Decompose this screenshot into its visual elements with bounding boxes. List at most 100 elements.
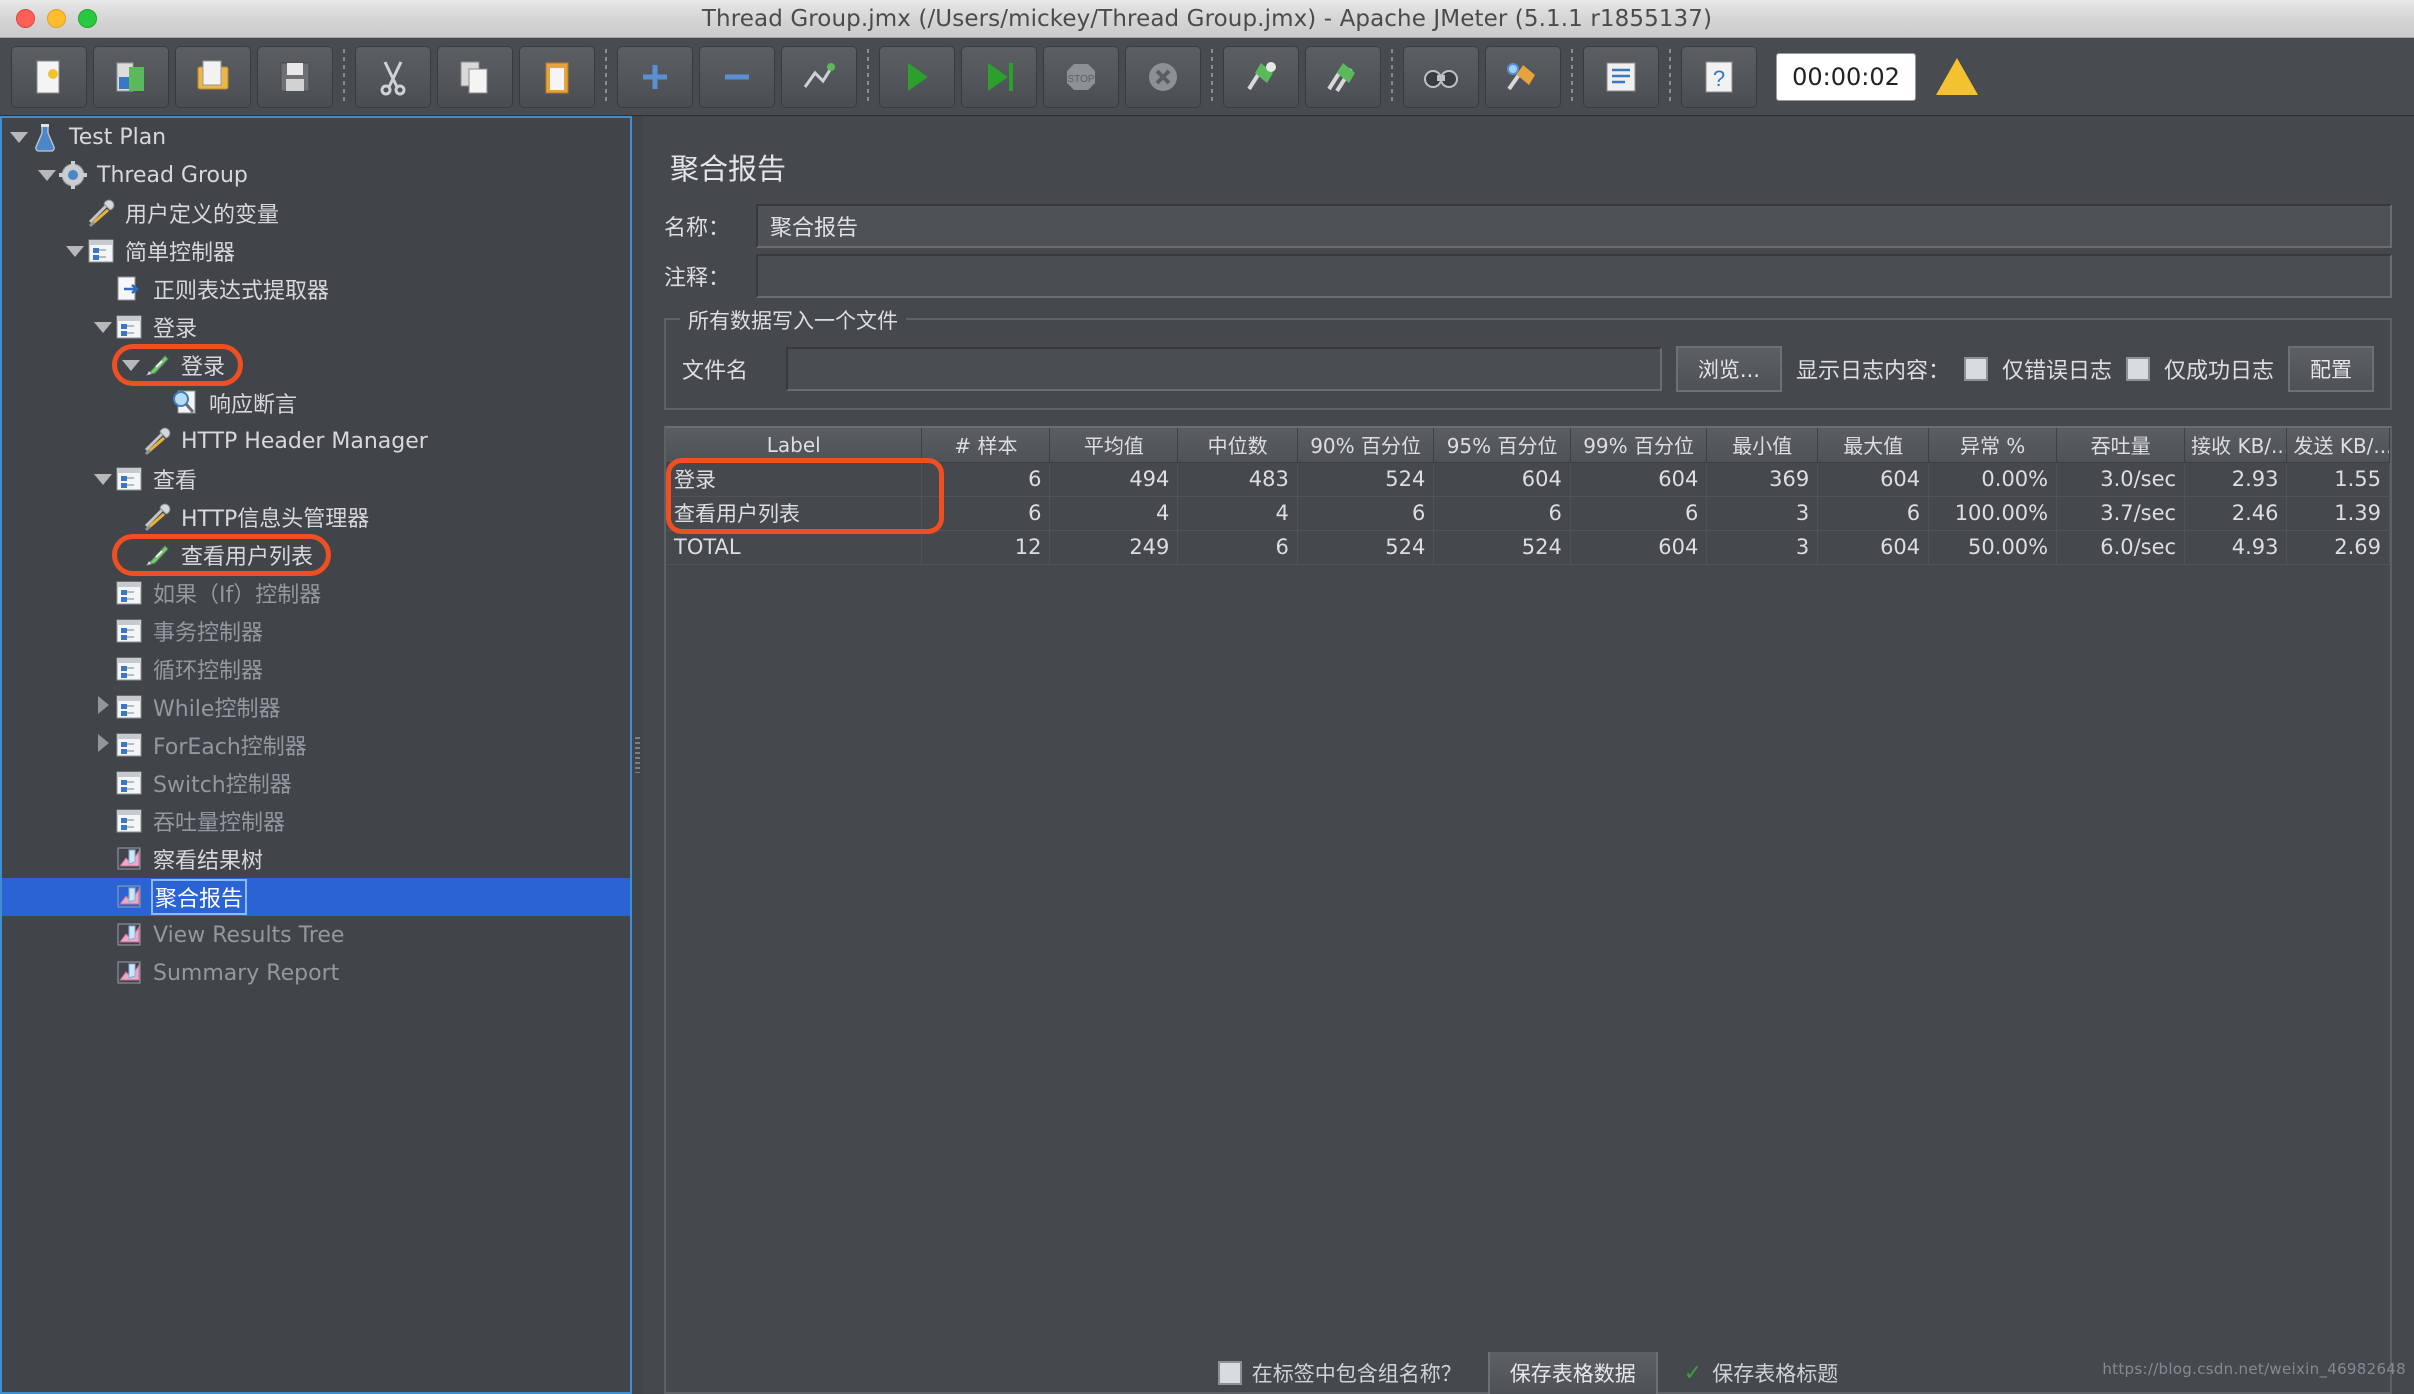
- open-button[interactable]: [175, 45, 251, 108]
- success-only-label: 仅成功日志: [2163, 359, 2274, 384]
- toggle-button[interactable]: [781, 45, 857, 108]
- row-value-cell: 249: [1049, 530, 1179, 565]
- function-helper-button[interactable]: [1583, 45, 1659, 108]
- include-group-name-checkbox[interactable]: [1217, 1361, 1242, 1385]
- listener-icon: [114, 958, 144, 988]
- column-header[interactable]: 95% 百分位: [1433, 428, 1571, 463]
- tree-item-20[interactable]: 聚合报告: [2, 878, 630, 916]
- column-header[interactable]: 发送 KB/...: [2286, 428, 2390, 463]
- column-header[interactable]: Label: [666, 428, 923, 463]
- chevron-down-icon[interactable]: [36, 166, 58, 185]
- play-green-icon: [908, 62, 928, 91]
- controller-icon: [114, 312, 144, 342]
- expand-all-button[interactable]: [617, 45, 693, 108]
- tree-item-16[interactable]: ForEach控制器: [2, 726, 630, 764]
- check-icon[interactable]: ✓: [1684, 1361, 1702, 1386]
- splitter-grip[interactable]: [634, 737, 640, 773]
- column-header[interactable]: 99% 百分位: [1570, 428, 1708, 463]
- reset-search-button[interactable]: [1485, 45, 1561, 108]
- tree-item-7[interactable]: 响应断言: [2, 384, 630, 422]
- tree-item-13[interactable]: 事务控制器: [2, 612, 630, 650]
- start-no-pause-button[interactable]: [961, 45, 1037, 108]
- column-header[interactable]: 异常 %: [1928, 428, 2058, 463]
- chevron-down-icon[interactable]: [8, 128, 30, 147]
- filename-input[interactable]: [786, 347, 1662, 391]
- copy-button[interactable]: [437, 45, 513, 108]
- tree-item-2[interactable]: 用户定义的变量: [2, 194, 630, 232]
- stop-button[interactable]: STOP: [1043, 45, 1119, 108]
- collapse-all-button[interactable]: [699, 45, 775, 108]
- shutdown-button[interactable]: [1125, 45, 1201, 108]
- column-header[interactable]: 最小值: [1706, 428, 1819, 463]
- save-button[interactable]: [257, 45, 333, 108]
- chevron-down-icon[interactable]: [92, 470, 114, 489]
- templates-button[interactable]: [93, 45, 169, 108]
- play-no-pause-icon: [988, 62, 1013, 91]
- new-button[interactable]: [11, 45, 87, 108]
- table-row[interactable]: TOTAL 12 249 6 524 524 604 3 604 50.00% 6.0/sec 4.9…: [666, 530, 2390, 565]
- tree-item-5[interactable]: 登录: [2, 308, 630, 346]
- tree-item-4[interactable]: 正则表达式提取器: [2, 270, 630, 308]
- table-row[interactable]: 查看用户列表 6 4 4 6 6 6 3 6 100.00% 3.7/sec 2.46 1.39: [666, 496, 2390, 531]
- tree-item-label: View Results Tree: [153, 922, 345, 948]
- tree-item-17[interactable]: Switch控制器: [2, 764, 630, 802]
- browse-button[interactable]: 浏览...: [1675, 346, 1782, 392]
- column-header[interactable]: 平均值: [1049, 428, 1179, 463]
- tree-item-21[interactable]: View Results Tree: [2, 916, 630, 954]
- configure-button[interactable]: 配置: [2288, 346, 2374, 392]
- chevron-right-icon[interactable]: [92, 696, 114, 718]
- tree-item-14[interactable]: 循环控制器: [2, 650, 630, 688]
- warning-triangle-icon[interactable]: [1936, 58, 1978, 95]
- tree-item-label: ForEach控制器: [153, 735, 307, 760]
- tree-item-15[interactable]: While控制器: [2, 688, 630, 726]
- cut-button[interactable]: [355, 45, 431, 108]
- column-header[interactable]: 中位数: [1177, 428, 1298, 463]
- filename-row: 文件名 浏览... 显示日志内容： 仅错误日志 仅成功日志 配置: [682, 346, 2374, 392]
- tree-item-18[interactable]: 吞吐量控制器: [2, 802, 630, 840]
- column-header[interactable]: 最大值: [1817, 428, 1930, 463]
- save-table-header-row[interactable]: ✓ 保存表格标题: [1684, 1358, 1838, 1388]
- tree-item-19[interactable]: 察看结果树: [2, 840, 630, 878]
- tree-item-22[interactable]: Summary Report: [2, 954, 630, 992]
- name-input[interactable]: 聚合报告: [756, 204, 2392, 248]
- errors-only-checkbox[interactable]: [1963, 357, 1988, 381]
- chevron-right-icon[interactable]: [92, 734, 114, 756]
- tree-item-label: While控制器: [153, 697, 281, 722]
- search-button[interactable]: [1403, 45, 1479, 108]
- tree-item-0[interactable]: Test Plan: [2, 118, 630, 156]
- tree-item-12[interactable]: 如果（If）控制器: [2, 574, 630, 612]
- window-title: Thread Group.jmx (/Users/mickey/Thread G…: [701, 5, 1713, 32]
- success-only-checkbox[interactable]: [2125, 357, 2150, 381]
- column-header[interactable]: 90% 百分位: [1297, 428, 1435, 463]
- comment-input[interactable]: [756, 254, 2392, 298]
- start-button[interactable]: [879, 45, 955, 108]
- clear-all-button[interactable]: [1305, 45, 1381, 108]
- tree-item-10[interactable]: HTTP信息头管理器: [2, 498, 630, 536]
- column-header[interactable]: 吞吐量: [2056, 428, 2186, 463]
- tree-item-1[interactable]: Thread Group: [2, 156, 630, 194]
- include-group-name-row[interactable]: 在标签中包含组名称？: [1217, 1358, 1462, 1388]
- column-header[interactable]: 接收 KB/...: [2184, 428, 2288, 463]
- row-label-cell: 登录: [666, 462, 923, 497]
- table-row[interactable]: 登录 6 494 483 524 604 604 369 604 0.00% 3.0/sec 2.93…: [666, 462, 2390, 497]
- clear-button[interactable]: [1223, 45, 1299, 108]
- help-button[interactable]: ?: [1681, 45, 1757, 108]
- stop-icon: STOP: [1067, 63, 1095, 90]
- tree-item-6[interactable]: 登录: [2, 346, 630, 384]
- tree-item-8[interactable]: HTTP Header Manager: [2, 422, 630, 460]
- tree-item-9[interactable]: 查看: [2, 460, 630, 498]
- aggregate-results-table[interactable]: Label # 样本 平均值 中位数 90% 百分位 95% 百分位 99% 百分位 最小值最…: [664, 426, 2392, 1394]
- chevron-down-icon[interactable]: [92, 318, 114, 337]
- tree-item-3[interactable]: 简单控制器: [2, 232, 630, 270]
- tree-item-11[interactable]: 查看用户列表: [2, 536, 630, 574]
- save-table-data-button[interactable]: 保存表格数据: [1487, 1352, 1658, 1394]
- test-plan-tree[interactable]: Test Plan Thread Group 用户定义的变量 简单控制器 正则表达式提取…: [0, 116, 632, 1394]
- chevron-down-icon[interactable]: [120, 356, 142, 375]
- tree-item-label: 循环控制器: [153, 659, 264, 684]
- chevron-down-icon[interactable]: [64, 242, 86, 261]
- column-header[interactable]: # 样本: [921, 428, 1051, 463]
- panel-splitter[interactable]: [632, 116, 642, 1394]
- table-header-row[interactable]: Label # 样本 平均值 中位数 90% 百分位 95% 百分位 99% 百分位 最小值最…: [666, 428, 2390, 463]
- row-value-cell: 6: [921, 462, 1051, 497]
- paste-button[interactable]: [519, 45, 595, 108]
